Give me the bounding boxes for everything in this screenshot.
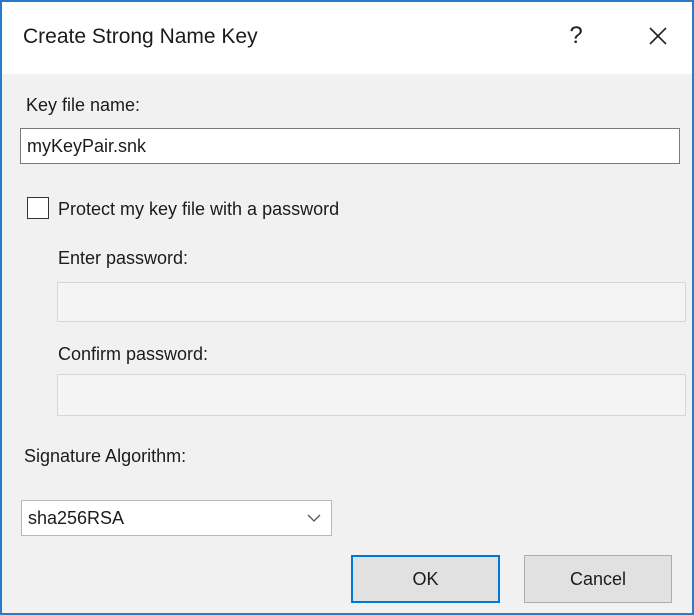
confirm-password-field[interactable] [57,374,686,416]
cancel-button[interactable]: Cancel [524,555,672,603]
help-button[interactable]: ? [550,14,602,58]
signature-algorithm-selected: sha256RSA [28,508,125,528]
signature-algorithm-dropdown[interactable]: sha256RSA [21,500,332,536]
create-strong-name-key-dialog: Create Strong Name Key ? Key file name: … [0,0,694,615]
key-file-name-input[interactable] [20,128,680,164]
enter-password-field[interactable] [57,282,686,322]
dialog-title: Create Strong Name Key [23,25,258,48]
signature-algorithm-label: Signature Algorithm: [24,446,187,466]
close-button[interactable] [632,14,684,58]
chevron-down-icon [307,514,321,522]
confirm-password-label: Confirm password: [58,344,209,364]
key-file-name-label: Key file name: [26,95,141,115]
title-bar: Create Strong Name Key ? [2,2,692,74]
ok-button[interactable]: OK [351,555,500,603]
close-icon [649,27,667,45]
enter-password-label: Enter password: [58,248,189,268]
protect-password-label: Protect my key file with a password [58,199,340,219]
protect-password-checkbox[interactable] [27,197,49,219]
